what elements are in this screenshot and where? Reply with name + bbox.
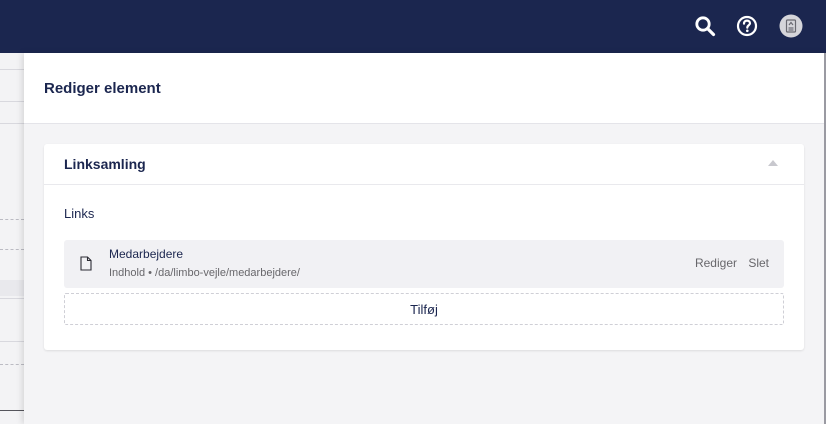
help-icon[interactable]: [735, 14, 759, 38]
panel-header: Rediger element: [24, 53, 826, 124]
background-page-strip: [0, 53, 24, 424]
collapse-caret-icon[interactable]: [768, 160, 778, 166]
edit-element-panel: Rediger element Linksamling Links Medarb…: [24, 53, 826, 424]
panel-title: Rediger element: [44, 79, 161, 97]
card-title: Linksamling: [64, 156, 146, 172]
link-url: Indhold • /da/limbo-vejle/medarbejdere/: [109, 267, 300, 279]
document-icon: [80, 256, 92, 271]
edit-link-button[interactable]: Rediger: [695, 256, 737, 270]
links-field-label: Links: [64, 206, 95, 221]
card-header[interactable]: Linksamling: [44, 144, 804, 185]
avatar-icon[interactable]: [779, 14, 803, 38]
link-name: Medarbejdere: [109, 247, 184, 261]
delete-link-button[interactable]: Slet: [748, 256, 769, 270]
top-bar: [0, 0, 826, 53]
link-collection-card: Linksamling Links Medarbejdere Indhold •…: [44, 144, 804, 350]
link-item: Medarbejdere Indhold • /da/limbo-vejle/m…: [64, 240, 784, 288]
add-link-button[interactable]: Tilføj: [64, 293, 784, 325]
search-icon[interactable]: [693, 14, 717, 38]
